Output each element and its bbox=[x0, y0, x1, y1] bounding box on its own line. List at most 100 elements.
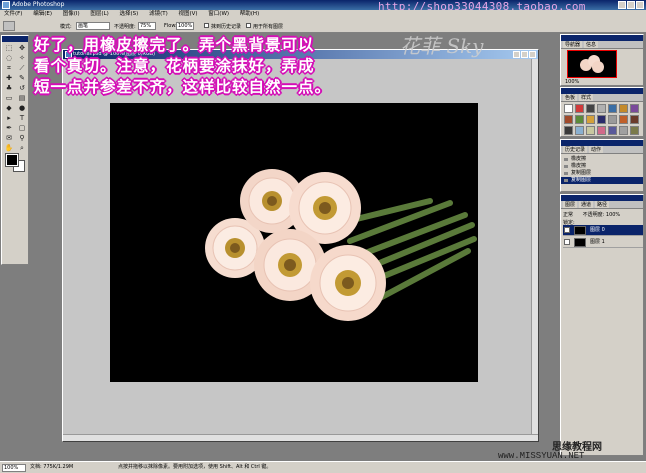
tab-info[interactable]: 信息 bbox=[584, 41, 599, 48]
close-button[interactable] bbox=[636, 1, 644, 9]
eye-icon[interactable] bbox=[564, 239, 570, 245]
mode-select[interactable]: 画笔 bbox=[76, 22, 110, 30]
type-tool-icon[interactable]: T bbox=[16, 113, 28, 123]
horizontal-scrollbar[interactable] bbox=[63, 434, 538, 441]
style-swatch[interactable] bbox=[575, 104, 584, 113]
history-item-selected[interactable]: 复制图层 bbox=[561, 177, 643, 184]
style-swatch[interactable] bbox=[630, 126, 639, 135]
doc-minimize-button[interactable] bbox=[513, 51, 520, 58]
tab-navigator[interactable]: 导航器 bbox=[563, 41, 583, 48]
history-item[interactable]: 橡皮擦 bbox=[561, 156, 643, 163]
style-swatch[interactable] bbox=[575, 126, 584, 135]
layer-row-selected[interactable]: 图层 0 bbox=[563, 225, 643, 236]
magic-wand-tool-icon[interactable]: ✧ bbox=[16, 53, 28, 63]
doc-close-button[interactable] bbox=[529, 51, 536, 58]
style-swatch[interactable] bbox=[630, 104, 639, 113]
blur-tool-icon[interactable]: ◆ bbox=[3, 103, 15, 113]
menu-filter[interactable]: 滤镜(T) bbox=[149, 11, 168, 17]
lasso-tool-icon[interactable]: ◌ bbox=[3, 53, 15, 63]
opacity-input[interactable]: 75% bbox=[138, 22, 156, 30]
annotation-line: 短一点并参差不齐，这样比较自然一点。 bbox=[34, 77, 332, 96]
move-tool-icon[interactable]: ✥ bbox=[16, 43, 28, 53]
tab-styles[interactable]: 样式 bbox=[579, 94, 594, 101]
style-swatch[interactable] bbox=[630, 115, 639, 124]
style-swatch[interactable] bbox=[586, 104, 595, 113]
hand-tool-icon[interactable]: ✋ bbox=[3, 143, 15, 153]
menu-edit[interactable]: 编辑(E) bbox=[33, 11, 52, 17]
navigator-zoom[interactable]: 100% bbox=[565, 79, 579, 85]
all-layers-checkbox[interactable] bbox=[246, 23, 251, 28]
tab-history[interactable]: 历史记录 bbox=[563, 146, 588, 153]
photoshop-window: Adobe Photoshop http://shop33044308.taob… bbox=[0, 0, 646, 473]
dodge-tool-icon[interactable]: ● bbox=[16, 103, 28, 113]
slice-tool-icon[interactable]: ⟋ bbox=[16, 63, 28, 73]
tab-swatches[interactable]: 色板 bbox=[563, 94, 578, 101]
eraser-tool-icon[interactable]: ▭ bbox=[3, 93, 15, 103]
layer-opacity[interactable]: 不透明度: 100% bbox=[583, 212, 621, 218]
menu-view[interactable]: 视图(V) bbox=[178, 11, 197, 17]
annotation-line: 好了，用橡皮擦完了。弄个黑背景可以 bbox=[34, 35, 315, 54]
crop-tool-icon[interactable]: ⌗ bbox=[3, 63, 15, 73]
tab-actions[interactable]: 动作 bbox=[589, 146, 604, 153]
navigator-thumbnail[interactable] bbox=[567, 50, 617, 78]
tab-channels[interactable]: 通道 bbox=[579, 201, 594, 208]
style-swatch[interactable] bbox=[586, 115, 595, 124]
style-swatch[interactable] bbox=[564, 126, 573, 135]
style-swatch[interactable] bbox=[586, 126, 595, 135]
shape-tool-icon[interactable]: ▢ bbox=[16, 123, 28, 133]
style-swatch[interactable] bbox=[619, 126, 628, 135]
style-swatch-grid bbox=[564, 104, 639, 135]
status-doc-size[interactable]: 文档: 775K/1.29M bbox=[30, 462, 73, 473]
style-swatch[interactable] bbox=[619, 104, 628, 113]
style-swatch[interactable] bbox=[608, 115, 617, 124]
style-swatch[interactable] bbox=[608, 104, 617, 113]
history-brush-tool-icon[interactable]: ↺ bbox=[16, 83, 28, 93]
style-swatch[interactable] bbox=[575, 115, 584, 124]
eyedropper-tool-icon[interactable]: ⚲ bbox=[16, 133, 28, 143]
layer-row[interactable]: 图层 1 bbox=[563, 237, 643, 248]
tool-preset-picker[interactable] bbox=[3, 21, 15, 31]
style-swatch[interactable] bbox=[619, 115, 628, 124]
opacity-label: 不透明度: bbox=[114, 24, 136, 30]
path-selection-tool-icon[interactable]: ▸ bbox=[3, 113, 15, 123]
erase-history-checkbox[interactable] bbox=[204, 23, 209, 28]
menu-window[interactable]: 窗口(W) bbox=[208, 11, 229, 17]
pen-tool-icon[interactable]: ✒ bbox=[3, 123, 15, 133]
tab-paths[interactable]: 路径 bbox=[595, 201, 610, 208]
healing-brush-tool-icon[interactable]: ✚ bbox=[3, 73, 15, 83]
vertical-scrollbar[interactable] bbox=[531, 59, 538, 436]
menu-help[interactable]: 帮助(H) bbox=[240, 11, 259, 17]
daisy-flowers bbox=[205, 169, 386, 321]
minimize-button[interactable] bbox=[618, 1, 626, 9]
image-canvas[interactable] bbox=[110, 103, 478, 382]
eye-icon[interactable] bbox=[564, 227, 570, 233]
maximize-button[interactable] bbox=[627, 1, 635, 9]
tab-layers[interactable]: 图层 bbox=[563, 201, 578, 208]
history-item[interactable]: 复制图层 bbox=[561, 170, 643, 177]
flow-label: Flow: bbox=[164, 23, 177, 29]
zoom-tool-icon[interactable]: ⌕ bbox=[16, 143, 28, 153]
menu-layer[interactable]: 图层(L) bbox=[90, 11, 108, 17]
style-swatch[interactable] bbox=[608, 126, 617, 135]
layer-thumbnail bbox=[574, 238, 586, 247]
menu-image[interactable]: 图像(I) bbox=[63, 11, 80, 17]
doc-maximize-button[interactable] bbox=[521, 51, 528, 58]
style-swatch[interactable] bbox=[597, 115, 606, 124]
status-zoom-field[interactable]: 100% bbox=[2, 464, 26, 472]
menu-select[interactable]: 选择(S) bbox=[120, 11, 139, 17]
menu-file[interactable]: 文件(F) bbox=[4, 11, 22, 17]
gradient-tool-icon[interactable]: ▤ bbox=[16, 93, 28, 103]
foreground-color-swatch[interactable] bbox=[5, 153, 19, 167]
blend-mode-select[interactable]: 正常 bbox=[563, 212, 573, 218]
notes-tool-icon[interactable]: ✉ bbox=[3, 133, 15, 143]
style-swatch[interactable] bbox=[564, 115, 573, 124]
brush-tool-icon[interactable]: ✎ bbox=[16, 73, 28, 83]
flow-input[interactable]: 100% bbox=[176, 22, 194, 30]
flower-bouquet-image bbox=[205, 169, 477, 321]
style-swatch[interactable] bbox=[564, 104, 573, 113]
marquee-tool-icon[interactable]: ⬚ bbox=[3, 43, 15, 53]
style-swatch[interactable] bbox=[597, 104, 606, 113]
history-item[interactable]: 橡皮擦 bbox=[561, 163, 643, 170]
style-swatch[interactable] bbox=[597, 126, 606, 135]
clone-stamp-tool-icon[interactable]: ♣ bbox=[3, 83, 15, 93]
